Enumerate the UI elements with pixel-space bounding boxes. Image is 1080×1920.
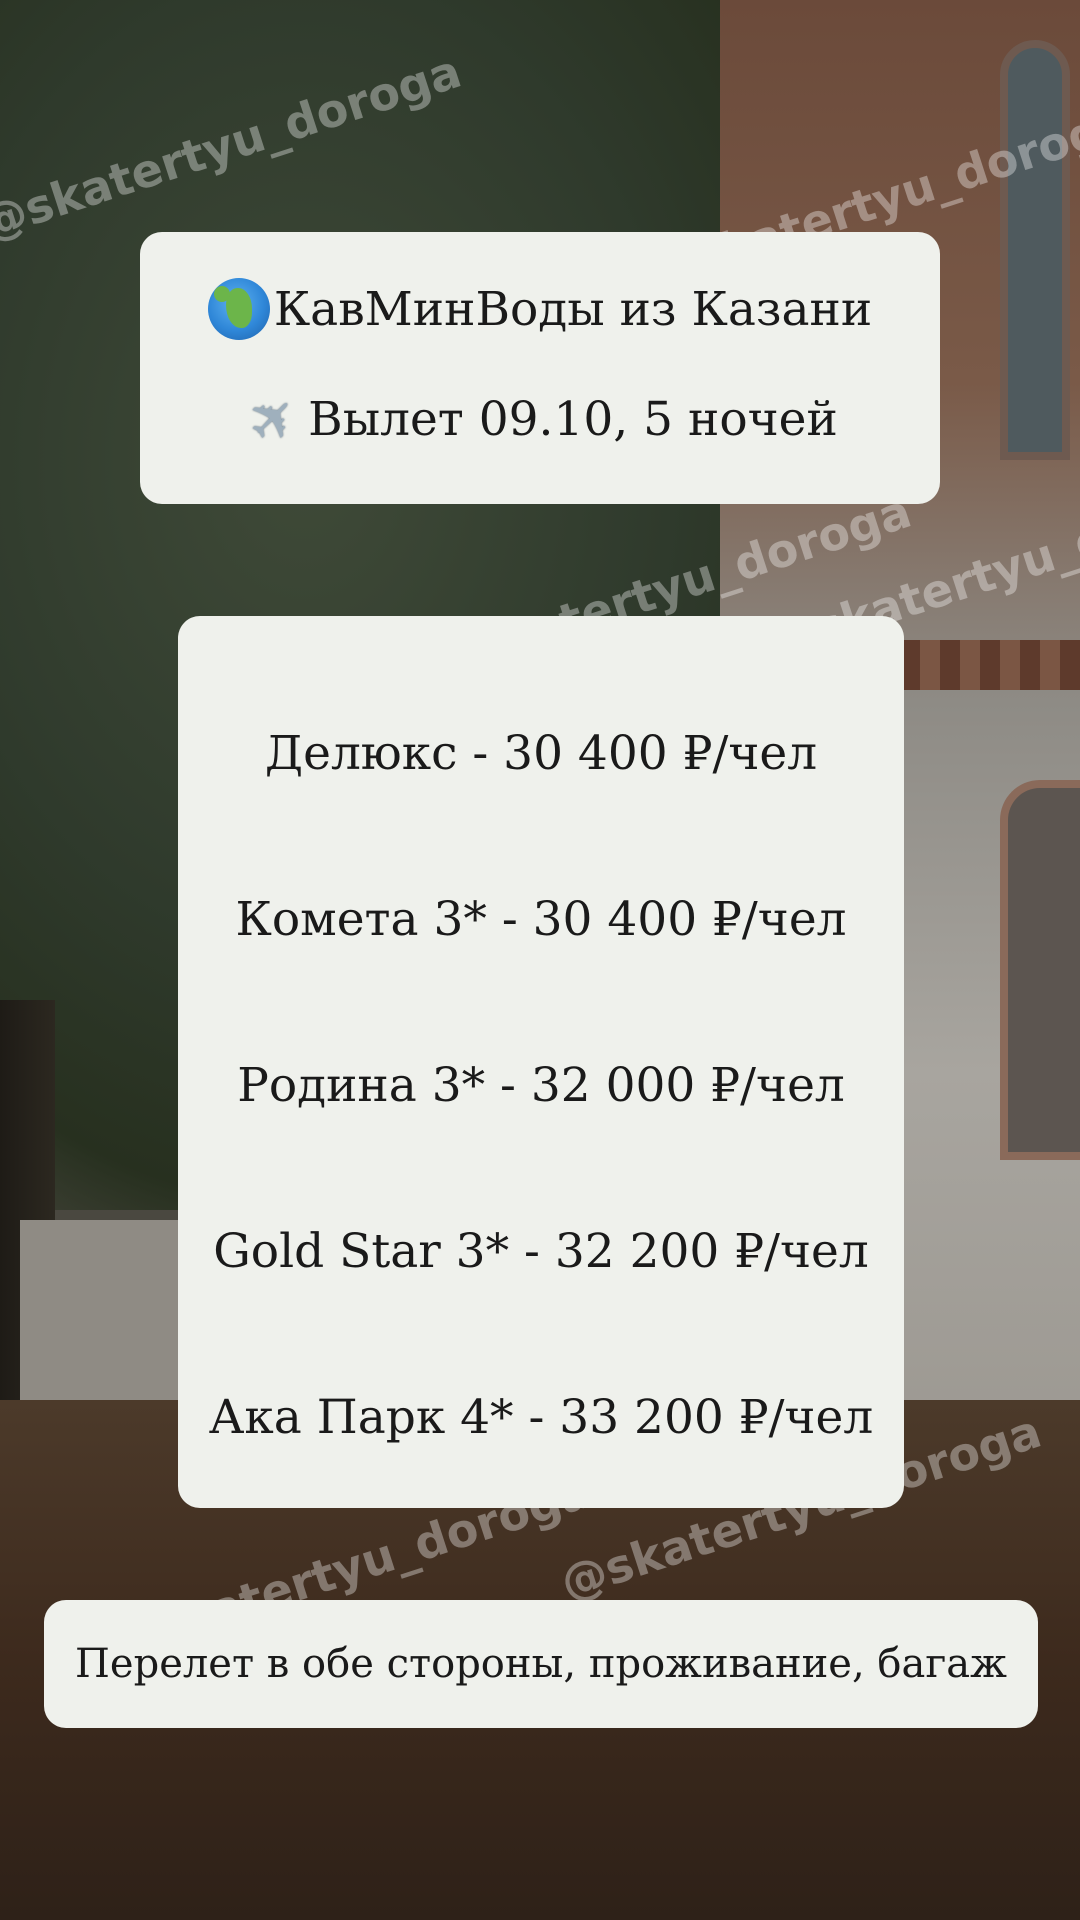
stone-wall (20, 1220, 180, 1420)
hotel-prices-card: Делюкс - 30 400 ₽/чел Комета 3* - 30 400… (178, 616, 904, 1508)
hotel-price-row: Комета 3* - 30 400 ₽/чел (235, 892, 847, 947)
included-services-card: Перелет в обе стороны, проживание, багаж (44, 1600, 1038, 1728)
hotel-price-row: Делюкс - 30 400 ₽/чел (264, 726, 818, 781)
included-services-text: Перелет в обе стороны, проживание, багаж (75, 1641, 1007, 1687)
tour-header-card: КавМинВоды из Казани ✈ Вылет 09.10, 5 но… (140, 232, 940, 504)
arched-window (1000, 40, 1070, 460)
departure-info: Вылет 09.10, 5 ночей (308, 391, 838, 447)
destination-title: КавМинВоды из Казани (273, 281, 873, 337)
arched-window-lower (1000, 780, 1080, 1160)
hotel-price-row: Ака Парк 4* - 33 200 ₽/чел (208, 1390, 874, 1445)
globe-icon (207, 278, 270, 340)
airplane-icon: ✈ (231, 377, 315, 461)
hotel-price-row: Родина 3* - 32 000 ₽/чел (237, 1058, 845, 1113)
departure-line: ✈ Вылет 09.10, 5 ночей (140, 378, 940, 460)
destination-line: КавМинВоды из Казани (140, 278, 940, 340)
hotel-price-row: Gold Star 3* - 32 200 ₽/чел (213, 1224, 869, 1279)
